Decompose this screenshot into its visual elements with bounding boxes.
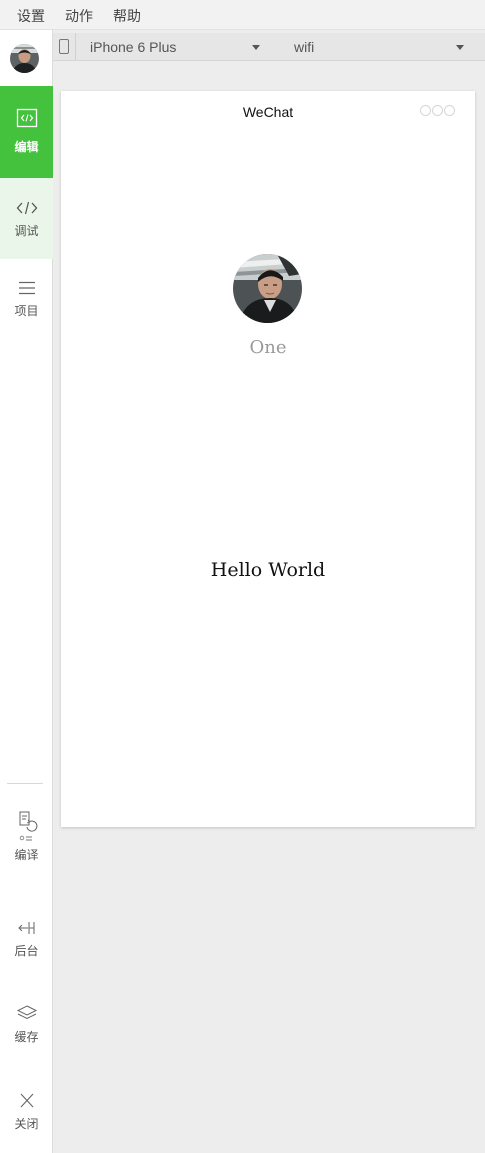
- phone-icon[interactable]: [59, 39, 69, 54]
- sidebar-item-backend[interactable]: 后台: [0, 920, 53, 970]
- sidebar-item-label: 编译: [14, 848, 39, 862]
- sidebar-item-project[interactable]: 项目: [0, 259, 53, 339]
- sidebar-item-label: 项目: [14, 304, 39, 318]
- menu-help[interactable]: 帮助: [113, 6, 141, 26]
- sidebar-item-label: 后台: [14, 944, 39, 958]
- user-avatar[interactable]: [233, 254, 302, 323]
- compile-icon: [19, 811, 37, 841]
- sidebar-item-debug[interactable]: 调试: [0, 178, 53, 259]
- sidebar-item-label: 关闭: [14, 1117, 39, 1131]
- menu-lines-icon: [18, 281, 35, 295]
- sidebar-item-label: 调试: [14, 224, 39, 238]
- device-toolbar: iPhone 6 Plus wifi: [53, 33, 485, 61]
- sidebar-divider: [7, 783, 43, 784]
- user-avatar-small[interactable]: [10, 44, 39, 73]
- sidebar-item-label: 缓存: [14, 1030, 39, 1044]
- device-select[interactable]: iPhone 6 Plus: [90, 39, 176, 55]
- layers-icon: [16, 1005, 37, 1020]
- code-window-icon: [16, 108, 37, 128]
- network-select[interactable]: wifi: [294, 39, 314, 55]
- sidebar-item-cache[interactable]: 缓存: [0, 1004, 53, 1054]
- sidebar-item-compile[interactable]: 编译: [0, 810, 53, 880]
- backend-arrow-icon: [17, 922, 34, 934]
- left-sidebar: 编辑 调试 项目 编译 后台 缓存 关闭: [0, 30, 53, 1153]
- code-icon: [16, 201, 37, 215]
- close-icon: [20, 1093, 33, 1108]
- menu-bar: 设置 动作 帮助: [0, 0, 485, 30]
- nickname: One: [249, 337, 287, 358]
- sidebar-item-close[interactable]: 关闭: [0, 1092, 53, 1142]
- sidebar-item-edit[interactable]: 编辑: [0, 86, 53, 178]
- menu-actions[interactable]: 动作: [65, 6, 93, 26]
- toolbar-divider: [75, 33, 76, 61]
- simulator-screen: WeChat One Hello World: [61, 91, 475, 827]
- menu-settings[interactable]: 设置: [17, 6, 45, 26]
- chevron-down-icon[interactable]: [252, 45, 260, 50]
- sidebar-item-label: 编辑: [14, 140, 39, 154]
- capsule-menu-icon[interactable]: [420, 105, 456, 117]
- chevron-down-icon[interactable]: [456, 45, 464, 50]
- nav-title: WeChat: [242, 104, 294, 120]
- hello-text: Hello World: [210, 559, 326, 581]
